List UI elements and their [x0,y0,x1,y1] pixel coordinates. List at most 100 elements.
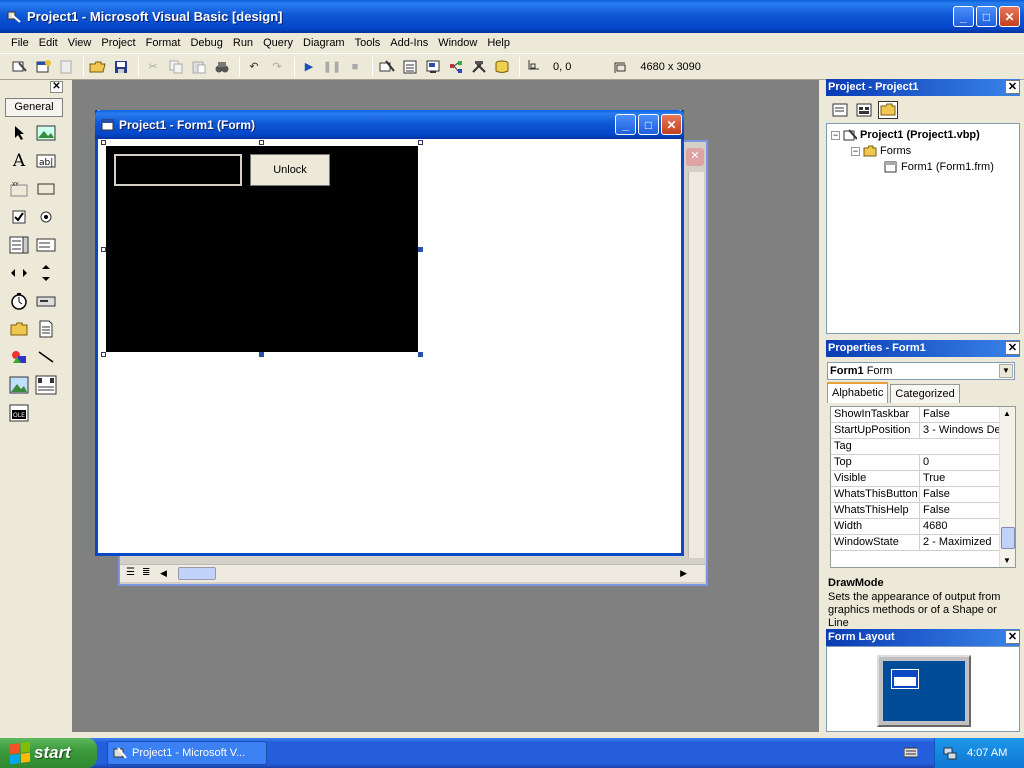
optionbutton-icon[interactable] [35,206,57,228]
property-grid-scroll-thumb[interactable] [1001,527,1015,549]
form1-design-surface[interactable]: Unlock [98,139,681,553]
form-layout-icon[interactable] [423,57,443,77]
selection-handle[interactable] [259,352,264,357]
picturebox-control[interactable]: Unlock [106,146,418,352]
form-maximize-button[interactable]: □ [638,114,659,135]
selection-handle[interactable] [259,140,264,145]
tab-categorized[interactable]: Categorized [890,384,960,403]
form-position-preview[interactable] [891,669,919,689]
toolbox-icon[interactable] [469,57,489,77]
property-row[interactable]: Width 4680 [831,519,999,535]
properties-window-icon[interactable] [400,57,420,77]
menu-file[interactable]: File [6,37,34,49]
scroll-right-icon[interactable]: ▶ [680,568,687,579]
network-icon[interactable] [943,746,957,760]
ole-icon[interactable]: OLE [8,402,30,424]
form-minimize-button[interactable]: _ [615,114,636,135]
property-row[interactable]: StartUpPosition 3 - Windows Def [831,423,999,439]
pointer-icon[interactable] [8,122,30,144]
timer-icon[interactable] [8,290,30,312]
properties-window-title[interactable]: Properties - Form1 ✕ [826,340,1020,357]
commandbutton-icon[interactable] [35,178,57,200]
add-project-icon[interactable] [10,57,30,77]
start-icon[interactable]: ▶ [299,57,319,77]
selection-handle[interactable] [101,140,106,145]
scroll-left-icon[interactable]: ◀ [160,568,167,579]
hscrollbar-icon[interactable] [8,262,30,284]
listbox-icon[interactable] [35,234,57,256]
add-form-icon[interactable] [33,57,53,77]
taskbar-vb-button[interactable]: Project1 - Microsoft V... [107,741,267,765]
menu-view[interactable]: View [63,37,97,49]
property-row[interactable]: Tag [831,439,999,455]
property-grid-scrollbar[interactable]: ▲ ▼ [999,407,1015,567]
dirlistbox-icon[interactable] [8,318,30,340]
menu-diagram[interactable]: Diagram [298,37,350,49]
menu-run[interactable]: Run [228,37,258,49]
property-row[interactable]: Visible True [831,471,999,487]
project-explorer-icon[interactable] [377,57,397,77]
tree-node-forms-folder[interactable]: − Forms [851,145,911,157]
minimize-button[interactable]: _ [953,6,974,27]
tree-node-form1[interactable]: Form1 (Form1.frm) [884,161,994,173]
property-value[interactable]: True [919,471,999,486]
line-icon[interactable] [35,346,57,368]
toolbox-close-button[interactable]: ✕ [50,81,63,93]
drivelistbox-icon[interactable] [35,290,57,312]
scroll-up-icon[interactable]: ▲ [1003,409,1011,418]
property-value[interactable]: 4680 [919,519,999,534]
menu-query[interactable]: Query [258,37,298,49]
object-selector-dropdown[interactable]: Form1 Form ▼ [827,362,1015,380]
label-icon[interactable]: A [8,150,30,172]
toggle-folders-icon[interactable] [878,101,898,119]
property-row[interactable]: ShowInTaskbar False [831,407,999,423]
chevron-down-icon[interactable]: ▼ [999,364,1013,378]
open-icon[interactable] [88,57,108,77]
collapse-icon[interactable]: − [831,130,840,140]
property-value[interactable]: 0 [919,455,999,470]
scroll-down-icon[interactable]: ▼ [1003,556,1011,565]
textbox-icon[interactable]: ab| [35,150,57,172]
toolbox-general-tab[interactable]: General [5,98,63,117]
selection-handle[interactable] [418,352,423,357]
project-close-button[interactable]: ✕ [1005,80,1020,94]
break-icon[interactable]: ❚❚ [322,57,342,77]
form-close-button[interactable]: ✕ [661,114,682,135]
selection-handle[interactable] [418,247,423,252]
property-row[interactable]: WhatsThisHelp False [831,503,999,519]
cut-icon[interactable]: ✂ [143,57,163,77]
selection-handle[interactable] [101,352,106,357]
checkbox-icon[interactable] [8,206,30,228]
property-row[interactable]: Top 0 [831,455,999,471]
data-icon[interactable] [35,374,57,396]
keyboard-icon[interactable] [903,747,919,758]
find-icon[interactable] [212,57,232,77]
end-icon[interactable]: ■ [345,57,365,77]
textbox-control[interactable] [114,154,242,186]
property-row[interactable]: WhatsThisButton False [831,487,999,503]
redo-icon[interactable]: ↷ [267,57,287,77]
tree-node-project[interactable]: − Project1 (Project1.vbp) [831,129,980,141]
shape-icon[interactable] [8,346,30,368]
form-window-title-bar[interactable]: Project1 - Form1 (Form) _ □ ✕ [95,110,684,139]
menu-edit[interactable]: Edit [34,37,63,49]
menu-add-ins[interactable]: Add-Ins [385,37,433,49]
close-button[interactable]: ✕ [999,6,1020,27]
save-icon[interactable] [111,57,131,77]
filelistbox-icon[interactable] [35,318,57,340]
paste-icon[interactable] [189,57,209,77]
copy-icon[interactable] [166,57,186,77]
picturebox-icon[interactable] [35,122,57,144]
menu-format[interactable]: Format [141,37,186,49]
collapse-icon[interactable]: − [851,146,860,156]
unlock-button[interactable]: Unlock [250,154,330,186]
menu-debug[interactable]: Debug [185,37,227,49]
code-window-close-icon[interactable]: ✕ [686,148,704,166]
tab-alphabetic[interactable]: Alphabetic [827,382,889,403]
vb-app-icon[interactable] [6,9,22,25]
form-layout-close-button[interactable]: ✕ [1005,630,1020,644]
undo-icon[interactable]: ↶ [244,57,264,77]
selection-handle[interactable] [101,247,106,252]
full-module-view-icon[interactable]: ≣ [142,567,150,578]
menu-help[interactable]: Help [482,37,515,49]
